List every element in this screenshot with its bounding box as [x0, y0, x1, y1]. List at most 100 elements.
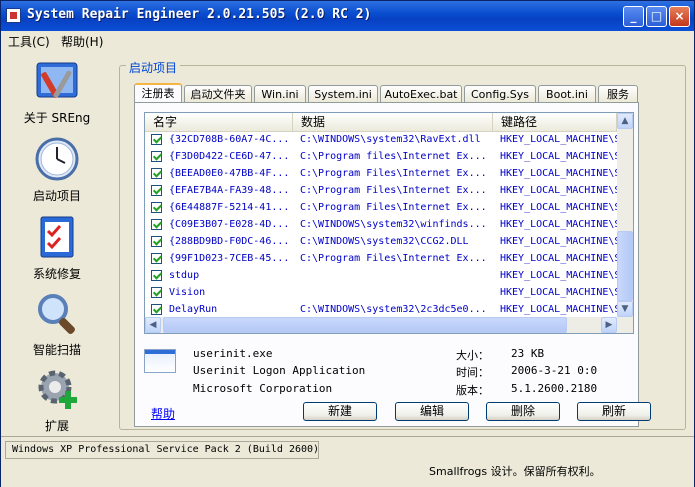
sidebar-item-label: 扩展	[44, 419, 69, 433]
tab-services[interactable]: 服务	[598, 85, 638, 102]
cell-path: HKEY_LOCAL_MACHINE\SOF	[500, 219, 617, 230]
column-header-data[interactable]: 数据	[293, 113, 493, 131]
refresh-button[interactable]: 刷新	[577, 402, 651, 421]
enable-checkbox[interactable]	[151, 202, 162, 213]
cell-name: {BEEAD0E0-47BB-4F...	[169, 168, 290, 179]
sidebar-item-extend[interactable]: 扩展	[9, 365, 105, 437]
cell-path: HKEY_LOCAL_MACHINE\SOF	[500, 236, 617, 247]
cell-data: C:\Program files\Internet Ex...	[300, 151, 487, 162]
enable-checkbox[interactable]	[151, 253, 162, 264]
tab-boot-ini[interactable]: Boot.ini	[538, 85, 596, 102]
sidebar-item-startup[interactable]: 启动项目	[9, 135, 105, 207]
app-icon	[6, 8, 21, 23]
status-panel-os: Windows XP Professional Service Pack 2 (…	[5, 441, 319, 459]
cell-name: Vision	[169, 287, 206, 298]
cell-name: stdup	[169, 270, 200, 281]
scroll-left-button[interactable]: ◀	[145, 317, 161, 333]
magnifier-icon	[38, 294, 75, 334]
detail-file-name: userinit.exe	[193, 347, 273, 360]
table-row[interactable]: {F3D0D422-CE6D-47... C:\Program files\Int…	[145, 149, 617, 166]
column-header-name[interactable]: 名字	[145, 113, 293, 131]
table-row[interactable]: {C09E3B07-E028-4D... C:\WINDOWS\system32\…	[145, 217, 617, 234]
sidebar-item-about[interactable]: 关于 SREng	[9, 57, 105, 129]
clock-icon	[35, 137, 79, 181]
close-button[interactable]: ×	[669, 6, 690, 27]
scroll-up-button[interactable]: ▲	[617, 113, 633, 129]
horizontal-scroll-thumb[interactable]	[163, 317, 567, 333]
status-copyright: Smallfrogs 设计。保留所有权利。	[429, 465, 601, 478]
sidebar-item-label: 智能扫描	[32, 343, 81, 357]
cell-data: C:\Program Files\Internet Ex...	[300, 253, 487, 264]
cell-name: DelayRun	[169, 304, 218, 315]
delete-button[interactable]: 删除	[486, 402, 560, 421]
minimize-button[interactable]: _	[623, 6, 644, 27]
scroll-right-button[interactable]: ▶	[601, 317, 617, 333]
status-bar: Windows XP Professional Service Pack 2 (…	[1, 436, 694, 487]
enable-checkbox[interactable]	[151, 151, 162, 162]
detail-description: Userinit Logon Application	[193, 364, 366, 377]
tab-config-sys[interactable]: Config.Sys	[464, 85, 536, 102]
tab-win-ini[interactable]: Win.ini	[254, 85, 306, 102]
cell-path: HKEY_LOCAL_MACHINE\SOF	[500, 134, 617, 145]
table-row[interactable]: {EFAE7B4A-FA39-48... C:\Program Files\Int…	[145, 183, 617, 200]
help-link[interactable]: 帮助	[151, 405, 175, 422]
scroll-corner	[617, 317, 633, 333]
tab-startup-folder[interactable]: 启动文件夹	[184, 85, 252, 102]
time-value: 2006-3-21 0:0	[511, 364, 598, 377]
tab-system-ini[interactable]: System.ini	[308, 85, 378, 102]
enable-checkbox[interactable]	[151, 134, 162, 145]
cell-path: HKEY_LOCAL_MACHINE\SOF	[500, 151, 617, 162]
vertical-scroll-thumb[interactable]	[617, 231, 633, 301]
edit-button[interactable]: 编辑	[395, 402, 469, 421]
menu-help[interactable]: 帮助(H)	[61, 33, 103, 50]
enable-checkbox[interactable]	[151, 304, 162, 315]
sidebar-item-repair[interactable]: 系统修复	[9, 213, 105, 285]
cell-name: {F3D0D422-CE6D-47...	[169, 151, 290, 162]
checklist-icon	[40, 216, 74, 258]
enable-checkbox[interactable]	[151, 168, 162, 179]
horizontal-scrollbar[interactable]: ◀ ▶	[145, 317, 617, 333]
title-bar[interactable]: System Repair Engineer 2.0.21.505 (2.0 R…	[1, 1, 694, 31]
tab-registry[interactable]: 注册表	[134, 83, 182, 103]
table-row[interactable]: {288BD9BD-F0DC-46... C:\WINDOWS\system32\…	[145, 234, 617, 251]
cell-data: C:\Program Files\Internet Ex...	[300, 185, 487, 196]
startup-list[interactable]: 名字 数据 键路径 {32CD708B-60A7-4C... C:\WINDOWS…	[144, 112, 634, 334]
menu-tools[interactable]: 工具(C)	[8, 33, 50, 50]
group-title: 启动项目	[126, 59, 181, 76]
cell-path: HKEY_LOCAL_MACHINE\SOF	[500, 168, 617, 179]
list-rows: {32CD708B-60A7-4C... C:\WINDOWS\system32\…	[145, 132, 617, 319]
size-label: 大小：	[456, 349, 489, 362]
cell-name: {6E44887F-5214-41...	[169, 202, 290, 213]
enable-checkbox[interactable]	[151, 185, 162, 196]
cell-path: HKEY_LOCAL_MACHINE\SOF	[500, 202, 617, 213]
cell-data: C:\WINDOWS\system32\winfinds...	[300, 219, 487, 230]
scroll-down-button[interactable]: ▼	[617, 301, 633, 317]
table-row[interactable]: {BEEAD0E0-47BB-4F... C:\Program Files\Int…	[145, 166, 617, 183]
cell-path: HKEY_LOCAL_MACHINE\SOF	[500, 287, 617, 298]
cell-path: HKEY_LOCAL_MACHINE\SOF	[500, 270, 617, 281]
enable-checkbox[interactable]	[151, 219, 162, 230]
cell-name: {32CD708B-60A7-4C...	[169, 134, 290, 145]
cell-path: HKEY_LOCAL_MACHINE\SOF	[500, 253, 617, 264]
enable-checkbox[interactable]	[151, 270, 162, 281]
column-header-path[interactable]: 键路径	[493, 113, 617, 131]
table-row[interactable]: stdup HKEY_LOCAL_MACHINE\SOF	[145, 268, 617, 285]
cell-data: C:\WINDOWS\system32\CCG2.DLL	[300, 236, 469, 247]
size-value: 23 KB	[511, 347, 545, 360]
tab-autoexec-bat[interactable]: AutoExec.bat	[380, 85, 462, 102]
cell-name: {EFAE7B4A-FA39-48...	[169, 185, 290, 196]
version-value: 5.1.2600.2180	[511, 382, 598, 395]
table-row[interactable]: {32CD708B-60A7-4C... C:\WINDOWS\system32\…	[145, 132, 617, 149]
maximize-button[interactable]: □	[646, 6, 667, 27]
cell-data: C:\Program Files\Internet Ex...	[300, 202, 487, 213]
table-row[interactable]: {99F1D023-7CEB-45... C:\Program Files\Int…	[145, 251, 617, 268]
app-window: System Repair Engineer 2.0.21.505 (2.0 R…	[0, 0, 695, 487]
sidebar-item-scan[interactable]: 智能扫描	[9, 289, 105, 361]
table-row[interactable]: {6E44887F-5214-41... C:\Program Files\Int…	[145, 200, 617, 217]
application-icon	[144, 349, 176, 373]
vertical-scrollbar[interactable]: ▲ ▼	[617, 113, 633, 317]
enable-checkbox[interactable]	[151, 287, 162, 298]
new-button[interactable]: 新建	[303, 402, 377, 421]
table-row[interactable]: Vision HKEY_LOCAL_MACHINE\SOF	[145, 285, 617, 302]
enable-checkbox[interactable]	[151, 236, 162, 247]
